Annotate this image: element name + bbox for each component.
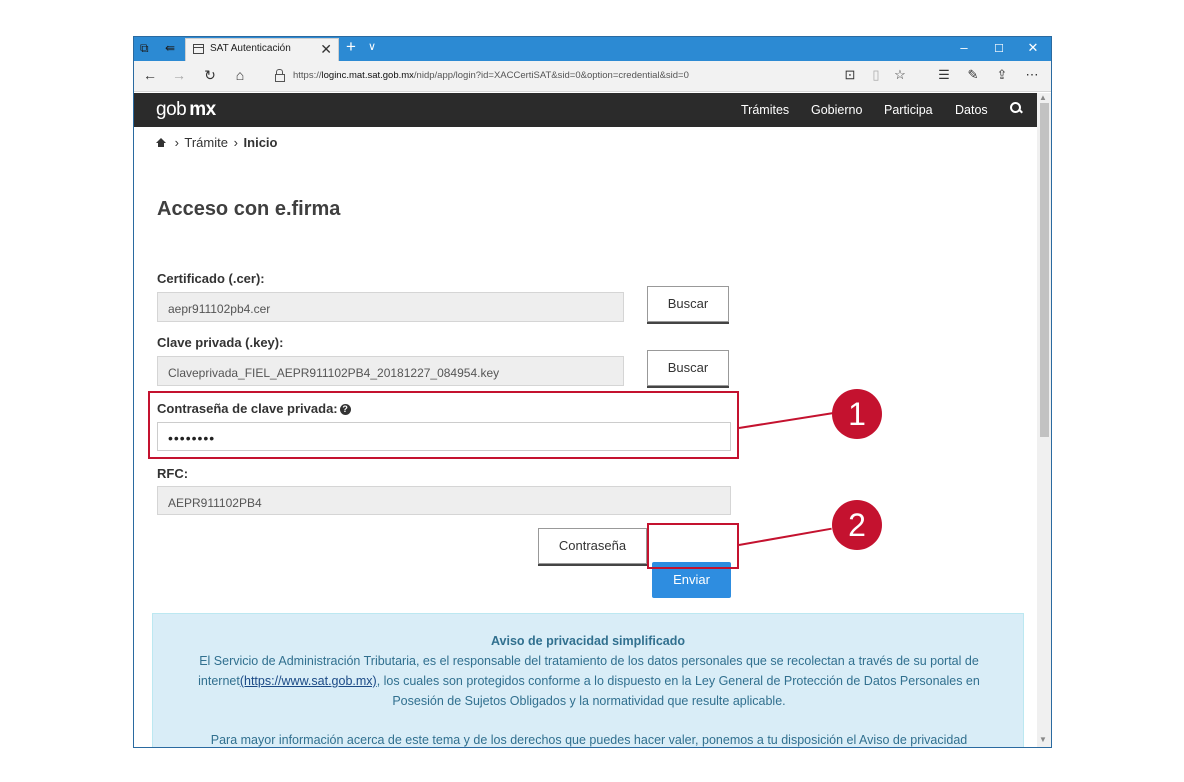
forward-icon[interactable]: → <box>170 67 188 83</box>
tab-list-chevron-icon[interactable]: ∨ <box>368 40 376 53</box>
scroll-up-icon[interactable]: ▲ <box>1039 93 1047 102</box>
certificate-label: Certificado (.cer): <box>157 271 265 286</box>
nav-gobierno[interactable]: Gobierno <box>811 103 862 117</box>
page-title: Acceso con e.firma <box>157 198 341 220</box>
home-icon[interactable] <box>156 138 166 147</box>
certificate-field[interactable]: aepr911102pb4.cer <box>157 292 624 322</box>
address-bar-row: ← → ↻ ⌂ https://loginc.mat.sat.gob.mx/ni… <box>134 61 1051 92</box>
tab-title: SAT Autenticación <box>210 43 291 54</box>
favorite-star-icon[interactable]: ☆ <box>891 67 909 83</box>
private-key-field[interactable]: Claveprivada_FIEL_AEPR911102PB4_20181227… <box>157 356 624 386</box>
back-icon[interactable]: ← <box>141 67 159 83</box>
browse-certificate-button[interactable]: Buscar <box>647 286 729 322</box>
privacy-notice: Aviso de privacidad simplificado El Serv… <box>152 613 1024 747</box>
breadcrumb-tramite[interactable]: Trámite <box>184 135 228 150</box>
privacy-title: Aviso de privacidad simplificado <box>490 634 686 648</box>
nav-tramites[interactable]: Trámites <box>741 103 789 117</box>
tab-actions-icon[interactable]: ⧉ <box>140 41 149 55</box>
privacy-text: El Servicio de Administración Tributaria… <box>198 654 980 708</box>
password-login-button[interactable]: Contraseña <box>538 528 647 564</box>
pen-icon[interactable]: ✎ <box>964 67 982 83</box>
address-field[interactable]: https://loginc.mat.sat.gob.mx/nidp/app/l… <box>271 65 831 87</box>
browse-key-button[interactable]: Buscar <box>647 350 729 386</box>
sat-link[interactable]: (https://www.sat.gob.mx) <box>240 674 377 688</box>
annotation-badge-2: 2 <box>832 500 882 550</box>
home-button-icon[interactable]: ⌂ <box>231 67 249 83</box>
reading-view-icon[interactable]: ⊡ <box>841 67 859 83</box>
new-tab-icon[interactable]: + <box>346 37 356 57</box>
maximize-button[interactable]: ☐ <box>984 42 1014 55</box>
scroll-down-icon[interactable]: ▼ <box>1039 735 1047 744</box>
minimize-button[interactable]: – <box>949 40 979 55</box>
lock-icon <box>275 69 285 82</box>
share-icon[interactable]: ⇪ <box>993 67 1011 83</box>
annotation-box-submit <box>647 523 739 569</box>
privacy-more-text: Para mayor información acerca de este te… <box>210 733 968 747</box>
vertical-scrollbar[interactable]: ▲ ▼ <box>1037 93 1051 747</box>
annotation-box-password <box>148 391 739 459</box>
annotation-badge-1: 1 <box>832 389 882 439</box>
book-icon: ▯ <box>872 67 880 82</box>
more-menu-icon[interactable]: ⋯ <box>1023 67 1041 83</box>
set-aside-tabs-icon[interactable]: ⇚ <box>165 41 175 55</box>
url-text: https://loginc.mat.sat.gob.mx/nidp/app/l… <box>293 70 689 81</box>
close-tab-icon[interactable]: ✕ <box>320 41 332 58</box>
search-icon[interactable] <box>1010 102 1022 114</box>
close-window-button[interactable]: ✕ <box>1018 40 1048 56</box>
breadcrumb-current: Inicio <box>243 135 278 150</box>
breadcrumb-separator: › <box>174 135 179 150</box>
nav-participa[interactable]: Participa <box>884 103 933 117</box>
private-key-label: Clave privada (.key): <box>157 335 284 350</box>
rfc-label: RFC: <box>157 466 189 481</box>
nav-datos[interactable]: Datos <box>955 103 988 117</box>
browser-titlebar: ⧉ ⇚ SAT Autenticación ✕ + ∨ – ☐ ✕ <box>134 37 1051 61</box>
rfc-field: AEPR911102PB4 <box>157 486 731 515</box>
gobmx-logo[interactable]: gob mx <box>156 99 216 121</box>
breadcrumb: › Trámite › Inicio <box>156 135 277 150</box>
page-icon <box>193 44 204 54</box>
site-header: gob mx Trámites Gobierno Participa Datos <box>134 93 1037 127</box>
browser-tab[interactable]: SAT Autenticación ✕ <box>185 38 339 61</box>
favorites-list-icon[interactable]: ☰ <box>935 67 953 83</box>
breadcrumb-separator: › <box>233 135 238 150</box>
scrollbar-thumb[interactable] <box>1040 103 1049 437</box>
refresh-icon[interactable]: ↻ <box>201 67 219 84</box>
